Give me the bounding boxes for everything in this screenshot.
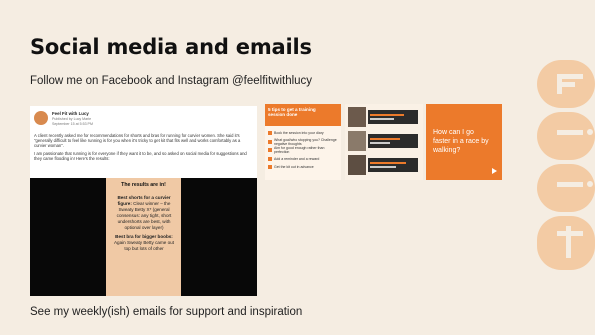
collage-row	[348, 131, 420, 151]
bra-heading: Best bra for bigger boobs:	[115, 234, 173, 239]
collage-row	[348, 107, 420, 127]
bra-text: Again Sweaty Betty came out top but lots…	[113, 240, 174, 251]
slide-subtitle: Follow me on Facebook and Instagram @fee…	[30, 75, 313, 87]
collage-photo	[348, 155, 366, 175]
tips-list-item: What goal/who stopping you? Challenge ne…	[268, 138, 338, 147]
watermark-letter-i	[537, 112, 595, 160]
facebook-post-screenshot: Feel Fit with Lucy Published by Lucy Mar…	[30, 106, 257, 296]
slide-footer: See my weekly(ish) emails for support an…	[30, 306, 303, 318]
slide: Social media and emails Follow me on Fac…	[0, 0, 595, 335]
collage-photo	[348, 107, 366, 127]
tips-list-item: Add a reminder and a reward	[268, 155, 338, 164]
post-meta: Published by Lucy Marie September 15 at …	[52, 117, 93, 127]
tips-list-item: Aim for good enough rather than perfecti…	[268, 146, 338, 155]
tips-title: 5 tips to get a training session done	[268, 107, 316, 118]
post-image: The results are in! Best shorts for a cu…	[30, 178, 257, 296]
page-avatar	[34, 111, 48, 125]
check-icon	[268, 131, 272, 136]
page-name: Feel Fit with Lucy	[52, 111, 89, 116]
slide-title: Social media and emails	[30, 35, 312, 59]
tips-list-item: Book the session into your diary	[268, 129, 338, 138]
results-card: The results are in! Best shorts for a cu…	[106, 178, 181, 296]
collage-photo	[348, 131, 366, 151]
tips-list: Book the session into your diary What go…	[268, 129, 338, 172]
check-icon	[268, 165, 272, 170]
post-body-paragraph-1: A client recently asked me for recommend…	[34, 133, 241, 149]
instagram-post-tips: 5 tips to get a training session done Bo…	[265, 104, 341, 180]
check-icon	[268, 148, 272, 153]
instagram-post-collage	[345, 104, 423, 180]
collage-caption-box	[368, 110, 418, 124]
instagram-video-post: How can I go faster in a race by walking…	[426, 104, 502, 180]
results-card-title: The results are in!	[121, 182, 166, 188]
post-body-paragraph-2: I am passionate that running is for ever…	[34, 150, 247, 161]
collage-caption-box	[368, 158, 418, 172]
play-icon	[492, 168, 497, 174]
watermark-letter-i-2	[537, 164, 595, 212]
check-icon	[268, 139, 272, 144]
video-caption: How can I go faster in a race by walking…	[433, 129, 489, 154]
collage-caption-box	[368, 134, 418, 148]
tips-list-item: Get the kit out in advance	[268, 163, 338, 172]
post-body: A client recently asked me for recommend…	[34, 133, 252, 163]
collage-row	[348, 155, 420, 175]
tips-header: 5 tips to get a training session done	[265, 104, 341, 126]
post-date: September 15 at 5:53 PM	[52, 122, 93, 126]
check-icon	[268, 156, 272, 161]
results-card-body: Best shorts for a curvier figure: Clear …	[111, 195, 177, 255]
